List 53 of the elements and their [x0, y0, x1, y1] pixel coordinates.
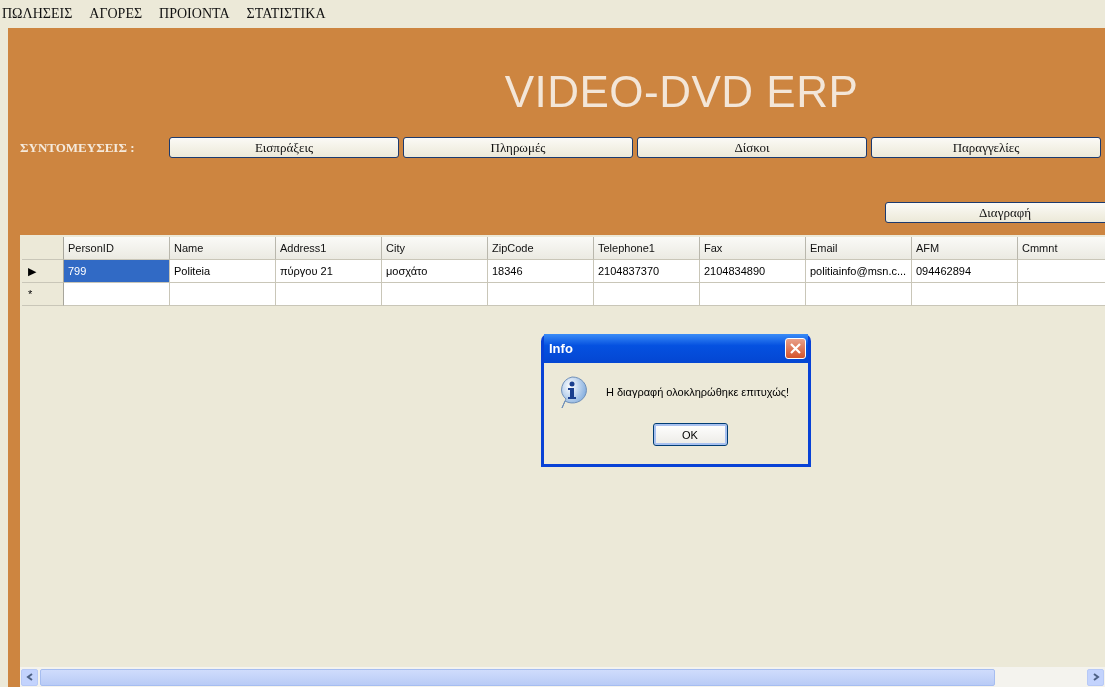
dialog-title: Info: [549, 341, 573, 356]
shortcut-button[interactable]: Παραγγελίες: [871, 137, 1101, 158]
table-cell[interactable]: 799: [64, 260, 170, 283]
column-header[interactable]: Cmmnt: [1018, 237, 1105, 260]
row-marker: ▶: [28, 265, 36, 277]
scroll-right-button[interactable]: [1087, 668, 1104, 686]
menu-item[interactable]: ΑΓΟΡΕΣ: [89, 6, 152, 22]
column-header[interactable]: Telephone1: [594, 237, 700, 260]
column-header[interactable]: Address1: [276, 237, 382, 260]
dialog-message: Η διαγραφή ολοκληρώθηκε επιτυχώς!: [606, 386, 790, 398]
table-cell[interactable]: [170, 283, 276, 306]
close-icon: [790, 343, 801, 354]
row-marker: *: [28, 288, 33, 300]
table-cell[interactable]: πύργου 21: [276, 260, 382, 283]
shortcut-button[interactable]: Πληρωμές: [403, 137, 633, 158]
table-cell[interactable]: μοσχάτο: [382, 260, 488, 283]
scroll-thumb[interactable]: [40, 668, 995, 686]
table-cell[interactable]: [594, 283, 700, 306]
delete-button[interactable]: Διαγραφή: [885, 202, 1105, 223]
column-header[interactable]: Fax: [700, 237, 806, 260]
column-header[interactable]: City: [382, 237, 488, 260]
table-cell[interactable]: [382, 283, 488, 306]
table-cell[interactable]: [806, 283, 912, 306]
table-cell[interactable]: 18346: [488, 260, 594, 283]
scroll-left-button[interactable]: [21, 668, 38, 686]
table-cell[interactable]: [1018, 283, 1105, 306]
table-cell[interactable]: Politeia: [170, 260, 276, 283]
column-header[interactable]: AFM: [912, 237, 1018, 260]
shortcuts-label: ΣΥΝΤΟΜΕΥΣΕΙΣ :: [19, 139, 136, 156]
table-cell[interactable]: 2104834890: [700, 260, 806, 283]
arrow-left-icon: [25, 673, 34, 681]
menu-item[interactable]: ΣΤΑΤΙΣΤΙΚΑ: [246, 6, 335, 22]
column-header[interactable]: PersonID: [64, 237, 170, 260]
menu-item[interactable]: ΠΡΟΙΟΝΤΑ: [159, 6, 239, 22]
table-cell[interactable]: [64, 283, 170, 306]
table-cell[interactable]: [1018, 260, 1105, 283]
column-header[interactable]: Email: [806, 237, 912, 260]
close-button[interactable]: [785, 338, 806, 359]
table-cell[interactable]: [912, 283, 1018, 306]
table-cell[interactable]: 2104837370: [594, 260, 700, 283]
arrow-right-icon: [1091, 673, 1100, 681]
column-header[interactable]: Name: [170, 237, 276, 260]
app-title: VIDEO-DVD ERP: [504, 67, 859, 117]
table-cell[interactable]: 094462894: [912, 260, 1018, 283]
menu-item[interactable]: ΠΩΛΗΣΕΙΣ: [2, 6, 82, 22]
table-cell[interactable]: politiainfo@msn.c...: [806, 260, 912, 283]
shortcut-button[interactable]: Εισπράξεις: [169, 137, 399, 158]
ok-button[interactable]: OK: [652, 423, 728, 446]
column-header[interactable]: ZipCode: [488, 237, 594, 260]
table-cell[interactable]: [488, 283, 594, 306]
table-cell[interactable]: [276, 283, 382, 306]
table-cell[interactable]: [700, 283, 806, 306]
shortcut-button[interactable]: Δίσκοι: [637, 137, 867, 158]
